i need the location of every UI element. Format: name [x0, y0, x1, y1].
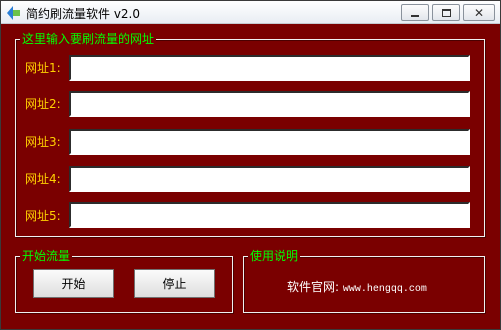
url-label-1: 网址1:: [25, 61, 61, 75]
stop-button[interactable]: 停止: [134, 269, 215, 298]
minimize-icon: [411, 14, 419, 17]
app-icon: [7, 6, 20, 20]
url-label-2: 网址2:: [25, 97, 61, 111]
minimize-button[interactable]: [401, 4, 429, 21]
url-input-5[interactable]: [69, 202, 470, 228]
app-window: 简约刷流量软件 v2.0 ✕ 这里输入要刷流量的网址 网址1: 网址2: 网址3…: [0, 0, 501, 330]
window-title: 简约刷流量软件 v2.0: [26, 7, 141, 21]
url-label-3: 网址3:: [25, 135, 61, 149]
start-group-legend: 开始流量: [20, 249, 73, 263]
maximize-button[interactable]: [432, 4, 460, 21]
url-group-legend: 这里输入要刷流量的网址: [20, 32, 157, 46]
url-input-1[interactable]: [69, 55, 470, 81]
url-input-4[interactable]: [69, 166, 470, 192]
start-button[interactable]: 开始: [33, 269, 114, 298]
site-label: 软件官网:: [287, 280, 340, 294]
close-icon: ✕: [473, 5, 485, 20]
url-label-4: 网址4:: [25, 172, 61, 186]
help-text: 软件官网: www.hengqq.com: [287, 278, 427, 295]
url-input-3[interactable]: [69, 129, 470, 155]
maximize-icon: [441, 8, 451, 17]
close-button[interactable]: ✕: [463, 4, 495, 21]
url-label-5: 网址5:: [25, 209, 61, 223]
url-input-2[interactable]: [69, 91, 470, 117]
title-bar[interactable]: 简约刷流量软件 v2.0 ✕: [1, 1, 500, 24]
site-url: www.hengqq.com: [342, 284, 427, 295]
help-group-legend: 使用说明: [248, 249, 301, 263]
